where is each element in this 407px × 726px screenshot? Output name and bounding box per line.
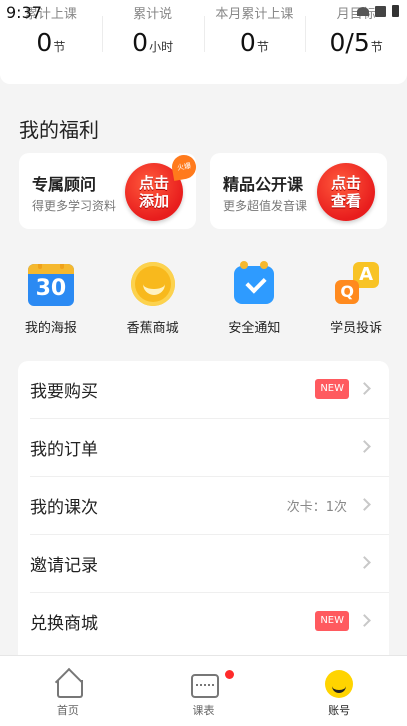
quick-label: 我的海报: [24, 321, 77, 336]
menu-item-label: 我的课次: [30, 498, 98, 518]
tab-schedule[interactable]: 课表: [136, 656, 272, 726]
welfare-title: 我的福利: [19, 118, 99, 142]
new-badge: NEW: [315, 379, 349, 399]
chevron-right-icon: [358, 440, 371, 453]
calendar-30-icon: 30: [26, 262, 76, 308]
battery-icon: [392, 5, 399, 17]
security-notice-icon: [229, 261, 279, 308]
quick-label: 学员投诉: [330, 321, 383, 336]
calendar-icon: [190, 670, 219, 698]
stat-value: 0: [239, 28, 256, 57]
quick-label: 香蕉商城: [126, 321, 179, 336]
card-premium-open-class[interactable]: 精品公开课 更多超值发音课 点击查看: [210, 153, 387, 229]
menu-item-buy[interactable]: 我要购买 NEW: [30, 361, 389, 419]
signal-icon: [375, 5, 386, 17]
click-view-badge[interactable]: 点击查看: [317, 163, 375, 221]
tab-label: 首页: [56, 704, 79, 717]
stat-value: 0: [132, 28, 149, 57]
tab-label: 课表: [192, 704, 215, 717]
tab-account[interactable]: 账号: [271, 656, 407, 726]
stat-value: 0: [36, 28, 53, 57]
hot-fire-icon: 火爆: [170, 153, 196, 181]
stat-unit: 节: [53, 40, 66, 54]
stat-unit: 节: [370, 40, 383, 54]
wifi-icon: [357, 6, 369, 16]
stat-value: 0/5: [329, 28, 370, 57]
notification-dot: [225, 670, 234, 679]
menu-item-class-count[interactable]: 我的课次 次卡：1次: [30, 477, 389, 535]
banana-coin-icon: [128, 262, 178, 308]
quick-actions: 30 我的海报 香蕉商城 安全通知 A Q 学员投诉: [0, 261, 407, 336]
chevron-right-icon: [358, 498, 371, 511]
card-title: 精品公开课: [223, 175, 304, 194]
quick-banana-mall[interactable]: 香蕉商城: [102, 262, 204, 336]
menu-item-label: 兑换商城: [30, 614, 98, 634]
menu-item-label: 邀请记录: [30, 556, 98, 576]
menu-item-orders[interactable]: 我的订单: [30, 419, 389, 477]
home-icon: [54, 667, 83, 698]
bottom-tab-bar: 首页 课表 账号: [0, 655, 407, 726]
chevron-right-icon: [358, 556, 371, 569]
quick-student-complaint[interactable]: A Q 学员投诉: [305, 262, 407, 336]
card-subtitle: 更多超值发音课: [223, 199, 308, 213]
tab-home[interactable]: 首页: [0, 656, 136, 726]
account-face-icon: [325, 670, 354, 698]
tab-label: 账号: [328, 704, 351, 717]
menu-item-label: 我的订单: [30, 440, 98, 460]
card-title: 专属顾问: [32, 175, 97, 194]
new-badge: NEW: [315, 611, 349, 631]
quick-my-poster[interactable]: 30 我的海报: [0, 262, 102, 336]
status-icons: [357, 5, 399, 17]
stat-unit: 节: [256, 40, 269, 54]
chevron-right-icon: [358, 382, 371, 395]
quick-label: 安全通知: [228, 321, 281, 336]
class-count-value: 次卡：1次: [286, 500, 347, 515]
status-time: 9:37: [6, 3, 42, 22]
menu-list: 我要购买 NEW 我的订单 我的课次 次卡：1次 邀请记录 兑换商城 NEW: [18, 361, 389, 661]
menu-item-label: 我要购买: [30, 382, 98, 402]
menu-item-invite-records[interactable]: 邀请记录: [30, 535, 389, 593]
quick-safety-notice[interactable]: 安全通知: [204, 261, 306, 336]
card-exclusive-advisor[interactable]: 专属顾问 得更多学习资料 点击添加 火爆: [19, 153, 196, 229]
menu-item-exchange-mall[interactable]: 兑换商城 NEW: [30, 593, 389, 650]
card-subtitle: 得更多学习资料: [32, 199, 117, 213]
qa-complaint-icon: A Q: [331, 262, 381, 308]
chevron-right-icon: [358, 614, 371, 627]
status-bar: 9:37: [0, 0, 407, 24]
stat-unit: 小时: [149, 40, 174, 54]
